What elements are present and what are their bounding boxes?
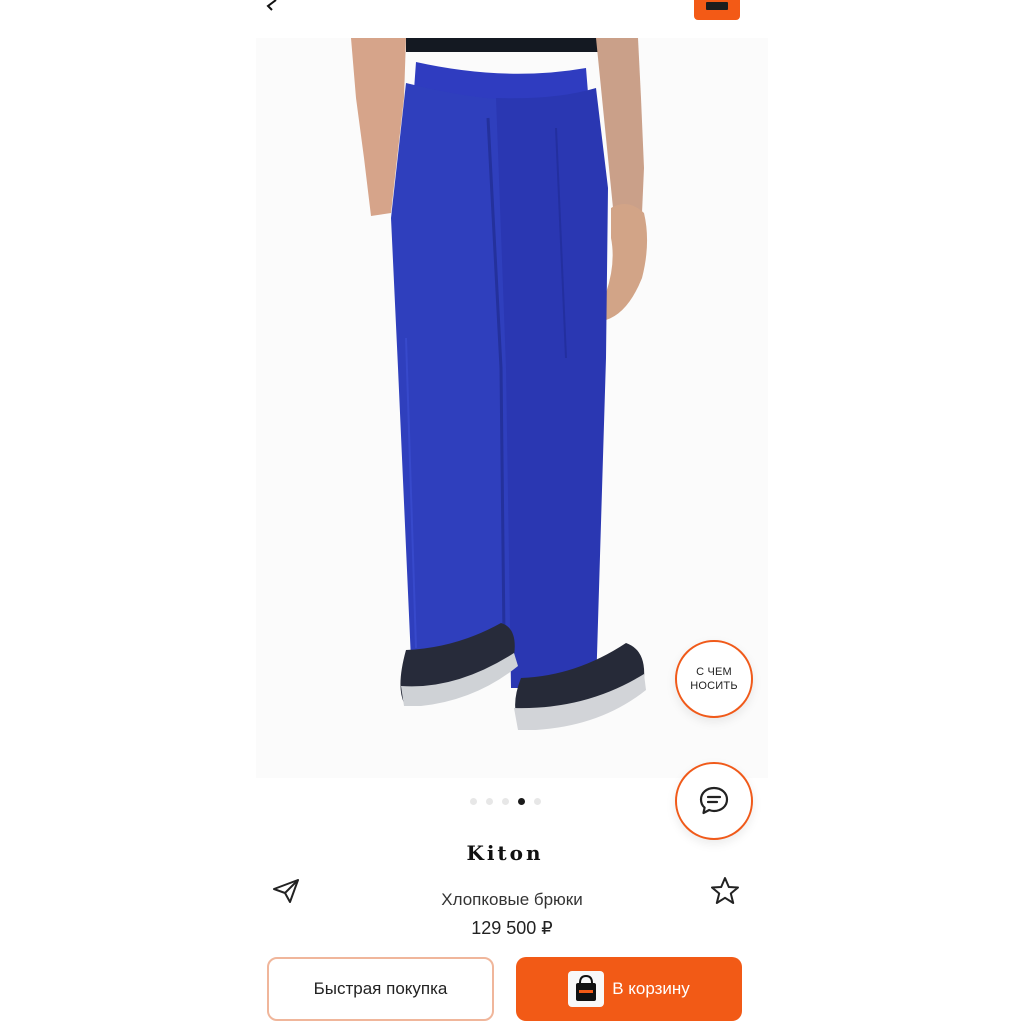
wear-with-button[interactable]: С ЧЕМ НОСИТЬ [675, 640, 753, 718]
add-to-cart-button[interactable]: В корзину [516, 957, 742, 1021]
wear-with-label: С ЧЕМ НОСИТЬ [684, 665, 744, 693]
shopping-bag-icon [568, 971, 605, 1007]
wear-with-line1: С ЧЕМ [696, 666, 732, 678]
brand-logo[interactable]: Kiton [440, 838, 570, 870]
slide-dot[interactable] [486, 798, 493, 805]
wear-with-line2: НОСИТЬ [690, 680, 738, 692]
cart-icon[interactable] [694, 0, 740, 20]
chevron-left-icon[interactable] [262, 0, 282, 12]
add-to-cart-label: В корзину [612, 979, 690, 998]
slide-dot[interactable] [502, 798, 509, 805]
product-price: 129 500 ₽ [471, 918, 553, 938]
quick-buy-button[interactable]: Быстрая покупка [267, 957, 494, 1021]
slide-dot-active[interactable] [518, 798, 525, 805]
svg-text:Kiton: Kiton [466, 841, 543, 865]
slide-dot[interactable] [534, 798, 541, 805]
chat-icon [699, 786, 729, 815]
slide-dot[interactable] [470, 798, 477, 805]
product-name: Хлопковые брюки [441, 890, 583, 909]
chat-button[interactable] [675, 762, 753, 840]
quick-buy-label: Быстрая покупка [313, 979, 448, 998]
slide-indicator[interactable] [470, 798, 541, 805]
